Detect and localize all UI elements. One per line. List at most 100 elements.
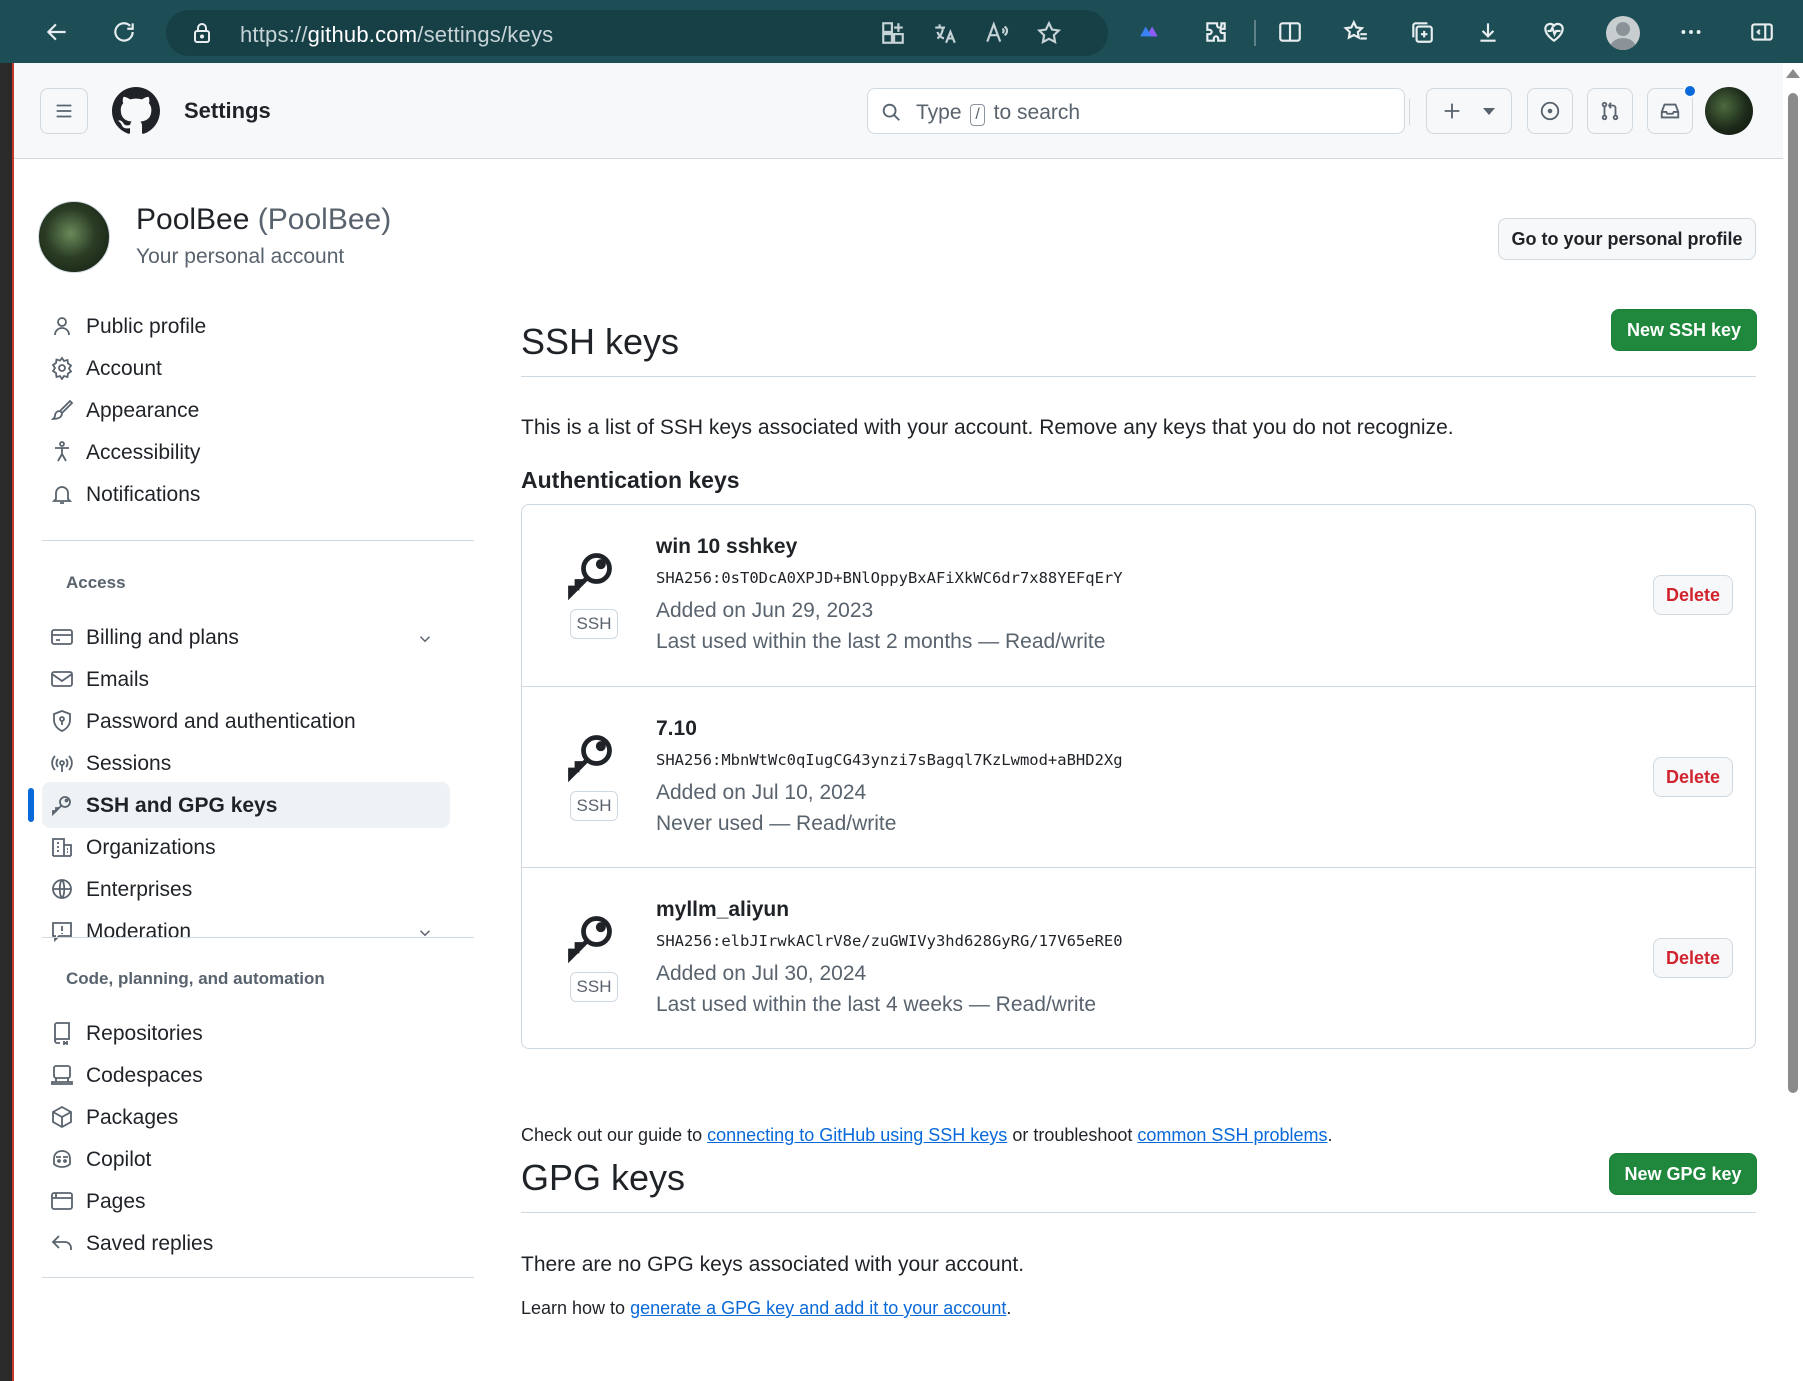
pull-requests-button[interactable]	[1587, 88, 1633, 134]
sidebar-item-password[interactable]: Password and authentication	[42, 698, 450, 744]
sidebar-item-notifications[interactable]: Notifications	[42, 471, 450, 517]
sidebar-toggle-icon[interactable]	[1742, 12, 1782, 52]
inbox-icon	[1660, 103, 1680, 119]
sidebar-heading-code: Code, planning, and automation	[66, 969, 325, 988]
accessibility-icon	[50, 440, 74, 464]
package-icon	[50, 1105, 74, 1129]
lock-icon[interactable]	[190, 21, 214, 45]
header-divider	[1409, 99, 1410, 125]
sidebar-item-organizations[interactable]: Organizations	[42, 824, 450, 870]
sidebar-item-copilot[interactable]: Copilot	[42, 1136, 450, 1182]
sidebar-item-codespaces[interactable]: Codespaces	[42, 1052, 450, 1098]
chevron-down-icon	[1483, 107, 1495, 115]
sidebar-item-ssh-gpg-keys[interactable]: SSH and GPG keys	[42, 782, 450, 828]
sidebar-heading-access: Access	[66, 573, 126, 592]
broadcast-icon	[50, 751, 74, 775]
refresh-icon[interactable]	[104, 12, 144, 52]
gpg-learn-text: Learn how to generate a GPG key and add …	[521, 1298, 1012, 1318]
browser-essentials-heart-icon[interactable]	[1534, 12, 1574, 52]
key-added-date: Added on Jul 10, 2024	[656, 781, 867, 804]
sidebar-divider	[42, 540, 474, 541]
new-ssh-key-button[interactable]: New SSH key	[1611, 309, 1757, 351]
app-grid-icon[interactable]	[880, 20, 906, 46]
issue-opened-icon	[1540, 101, 1560, 121]
authentication-keys-heading: Authentication keys	[521, 467, 740, 493]
unread-notification-dot	[1683, 84, 1697, 98]
organization-icon	[50, 835, 74, 859]
profile-name[interactable]: PoolBee (PoolBee)	[136, 203, 391, 237]
delete-key-button[interactable]: Delete	[1653, 938, 1733, 978]
read-aloud-icon[interactable]	[984, 20, 1010, 46]
browser-profile-avatar[interactable]	[1606, 16, 1640, 50]
ssh-guide-link[interactable]: connecting to GitHub using SSH keys	[707, 1125, 1007, 1145]
delete-key-button[interactable]: Delete	[1653, 757, 1733, 797]
ssh-description: This is a list of SSH keys associated wi…	[521, 416, 1454, 439]
extensions-puzzle-icon[interactable]	[1196, 12, 1236, 52]
gpg-learn-link[interactable]: generate a GPG key and add it to your ac…	[630, 1298, 1006, 1318]
sidebar-item-enterprises[interactable]: Enterprises	[42, 866, 450, 912]
key-usage: Never used — Read/write	[656, 812, 897, 835]
split-screen-icon[interactable]	[1270, 12, 1310, 52]
issues-button[interactable]	[1527, 88, 1573, 134]
key-added-date: Added on Jun 29, 2023	[656, 599, 874, 622]
chevron-down-icon[interactable]	[416, 924, 434, 942]
ssh-badge: SSH	[570, 972, 618, 1002]
list-item: SSH myllm_aliyun SHA256:elbJIrwkAClrV8e/…	[522, 867, 1755, 1048]
favorites-icon[interactable]	[1336, 12, 1376, 52]
sidebar-item-saved-replies[interactable]: Saved replies	[42, 1220, 450, 1266]
bell-icon	[50, 482, 74, 506]
globe-icon	[50, 877, 74, 901]
key-fingerprint: SHA256:elbJIrwkAClrV8e/zuGWIVy3hd628GyRG…	[656, 932, 1123, 950]
translate-icon[interactable]	[932, 20, 958, 46]
search-input[interactable]: Type / to search	[867, 88, 1405, 134]
scroll-up-arrow-icon[interactable]	[1786, 69, 1800, 78]
delete-key-button[interactable]: Delete	[1653, 575, 1733, 615]
search-icon	[880, 101, 902, 123]
scrollbar-thumb[interactable]	[1788, 93, 1798, 1093]
ssh-badge: SSH	[570, 609, 618, 639]
download-icon[interactable]	[1468, 12, 1508, 52]
create-new-button[interactable]	[1426, 88, 1512, 134]
address-bar[interactable]: https://github.com/settings/keys	[166, 10, 1108, 56]
ssh-guide-text: Check out our guide to connecting to Git…	[521, 1125, 1333, 1145]
url-text[interactable]: https://github.com/settings/keys	[240, 22, 553, 48]
go-to-profile-button[interactable]: Go to your personal profile	[1498, 218, 1756, 260]
profile-avatar[interactable]	[38, 201, 110, 273]
sidebar-item-moderation[interactable]: Moderation	[42, 908, 450, 954]
extension-colored-icon[interactable]	[1130, 12, 1170, 52]
ssh-keys-heading: SSH keys	[521, 321, 680, 362]
sidebar-item-appearance[interactable]: Appearance	[42, 387, 450, 433]
search-placeholder: Type / to search	[916, 101, 1081, 126]
sidebar-item-pages[interactable]: Pages	[42, 1178, 450, 1224]
key-title: myllm_aliyun	[656, 898, 790, 921]
new-gpg-key-button[interactable]: New GPG key	[1609, 1153, 1757, 1195]
sidebar-item-packages[interactable]: Packages	[42, 1094, 450, 1140]
user-avatar[interactable]	[1705, 87, 1753, 135]
favorite-star-icon[interactable]	[1036, 20, 1062, 46]
sidebar-item-billing[interactable]: Billing and plans	[42, 614, 450, 660]
copilot-icon	[50, 1147, 74, 1171]
sidebar-item-account[interactable]: Account	[42, 345, 450, 391]
more-options-icon[interactable]	[1671, 12, 1711, 52]
ssh-troubleshoot-link[interactable]: common SSH problems	[1137, 1125, 1327, 1145]
window-edge	[0, 0, 14, 1381]
plus-icon	[1444, 103, 1460, 119]
sidebar-item-sessions[interactable]: Sessions	[42, 740, 450, 786]
collections-icon[interactable]	[1402, 12, 1442, 52]
chevron-down-icon[interactable]	[416, 630, 434, 648]
back-arrow-icon[interactable]	[37, 12, 77, 52]
sidebar-item-emails[interactable]: Emails	[42, 656, 450, 702]
paintbrush-icon	[50, 398, 74, 422]
scrollbar[interactable]	[1783, 63, 1803, 1381]
reply-icon	[50, 1231, 74, 1255]
report-icon	[50, 919, 74, 943]
hamburger-menu-button[interactable]	[40, 88, 88, 134]
gear-icon	[50, 356, 74, 381]
list-item: SSH 7.10 SHA256:MbnWtWc0qIugCG43ynzi7sBa…	[522, 686, 1755, 867]
list-item: SSH win 10 sshkey SHA256:0sT0DcA0XPJD+BN…	[522, 505, 1755, 686]
sidebar-item-public-profile[interactable]: Public profile	[42, 303, 450, 349]
sidebar-item-accessibility[interactable]: Accessibility	[42, 429, 450, 475]
sidebar-item-repositories[interactable]: Repositories	[42, 1010, 450, 1056]
toolbar-divider	[1254, 20, 1256, 46]
github-logo-icon[interactable]	[112, 87, 160, 135]
